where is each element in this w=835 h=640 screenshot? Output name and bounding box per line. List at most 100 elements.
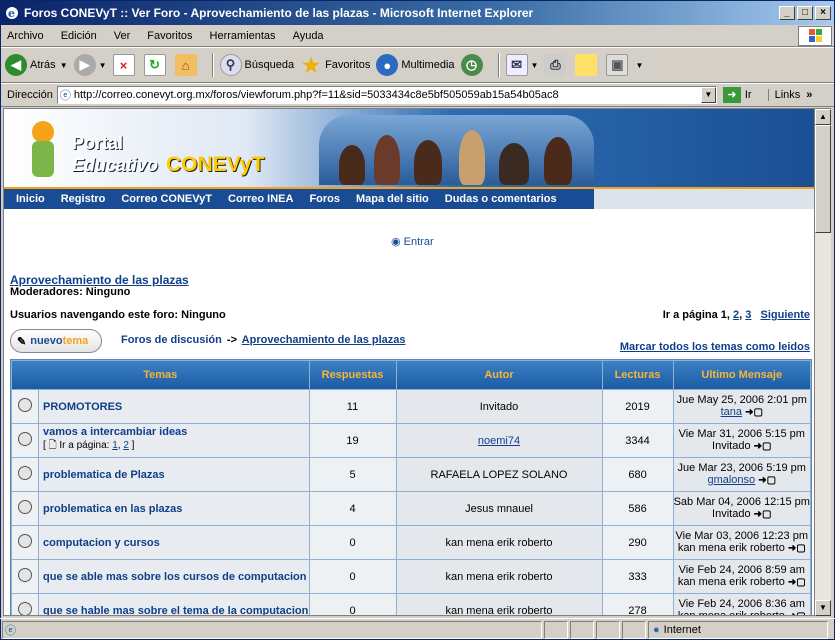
close-button[interactable]: × [815,6,831,20]
breadcrumb-current[interactable]: Aprovechamiento de las plazas [242,334,406,346]
topic-link[interactable]: PROMOTORES [43,401,122,413]
topic-link[interactable]: que se hable mas sobre el tema de la com… [43,605,308,616]
table-row: que se hable mas sobre el tema de la com… [12,594,810,616]
users-browsing: Usuarios navengando este foro: Ninguno [10,309,226,321]
address-input[interactable]: ⓔ http://correo.conevyt.org.mx/foros/vie… [56,86,717,104]
last-post-user[interactable]: tana [721,406,742,418]
author-cell: RAFAELA LOPEZ SOLANO [396,458,602,491]
author-cell: Jesus mnauel [396,492,602,525]
page-3-link[interactable]: 3 [745,309,751,321]
media-button[interactable]: ● Multimedia [376,54,455,76]
title-bar: e Foros CONEVyT :: Ver Foro - Aprovecham… [1,1,834,25]
print-button[interactable]: ⎙ [544,54,569,76]
messenger-button[interactable]: ▣ ▼ [606,54,643,76]
search-button[interactable]: ⚲ Búsqueda [219,54,294,76]
login-icon: ◉ [391,236,401,248]
menu-ayuda[interactable]: Ayuda [293,30,324,42]
topic-link[interactable]: problematica en las plazas [43,503,182,515]
author-cell: Invitado [396,390,602,423]
menu-edicion[interactable]: Edición [61,30,97,42]
minimize-button[interactable]: _ [779,6,795,20]
go-button[interactable]: ➜ Ir [722,87,752,103]
topic-cell: que se hable mas sobre el tema de la com… [39,594,309,616]
topic-link[interactable]: que se able mas sobre los cursos de comp… [43,571,306,583]
favorites-button[interactable]: ★ Favoritos [300,54,370,77]
topic-link[interactable]: problematica de Plazas [43,469,165,481]
svg-text:e: e [8,7,15,20]
author-cell: kan mena erik roberto [396,560,602,593]
nav-registro[interactable]: Registro [61,193,106,205]
nav-foros[interactable]: Foros [309,193,340,205]
menu-herramientas[interactable]: Herramientas [210,30,276,42]
nav-correo-conevyt[interactable]: Correo CONEVyT [121,193,212,205]
topic-page-2-link[interactable]: 2 [123,440,129,451]
address-dropdown-button[interactable]: ▼ [700,87,716,103]
table-row: computacion y cursos 0 kan mena erik rober… [12,526,810,559]
view-latest-post-icon[interactable]: ➜▢ [788,543,806,554]
windows-logo-icon [798,26,832,46]
back-button[interactable]: ◀ Atrás ▼ [5,54,68,76]
last-post-cell: Vie Mar 03, 2006 12:23 pm kan mena erik r… [673,526,810,559]
view-latest-post-icon[interactable]: ➜▢ [754,441,772,452]
menu-ver[interactable]: Ver [114,30,131,42]
view-latest-post-icon[interactable]: ➜▢ [788,577,806,588]
toolbar-separator-2 [497,53,500,77]
new-topic-button[interactable]: ✎ nuevo tema [10,329,102,353]
menu-archivo[interactable]: Archivo [7,30,44,42]
refresh-button[interactable]: ↻ [143,54,169,76]
page-2-link[interactable]: 2 [733,309,739,321]
table-row: que se able mas sobre los cursos de comp… [12,560,810,593]
scroll-down-icon[interactable]: ▼ [815,600,831,616]
topic-link[interactable]: vamos a intercambiar ideas [43,426,187,438]
topic-pages: [ 🗋 Ir a página: 1, 2 ] [43,440,135,451]
menu-favoritos[interactable]: Favoritos [147,30,192,42]
login-link[interactable]: ◉ Entrar [391,235,434,248]
scroll-thumb[interactable] [815,125,831,233]
nav-filler [594,189,814,209]
topic-cell: vamos a intercambiar ideas [ 🗋 Ir a págin… [39,424,309,457]
last-post-user: kan mena erik roberto [677,610,785,616]
topic-page-1-link[interactable]: 1 [112,440,118,451]
chevron-right-icon[interactable]: » [806,89,812,101]
view-latest-post-icon[interactable]: ➜▢ [758,475,776,486]
topic-cell: problematica en las plazas [39,492,309,525]
home-button[interactable]: ⌂ [174,54,200,76]
view-latest-post-icon[interactable]: ➜▢ [788,611,806,615]
breadcrumb-root[interactable]: Foros de discusión [121,334,222,346]
topic-link[interactable]: computacion y cursos [43,537,160,549]
last-post-user[interactable]: gmalonso [707,474,755,486]
forum-title[interactable]: Aprovechamiento de las plazas [10,273,189,287]
header-ultimo: Ultimo Mensaje [673,361,810,389]
scroll-up-icon[interactable]: ▲ [815,109,831,125]
toolbar-separator [211,53,214,77]
next-page-link[interactable]: Siguiente [760,309,810,321]
nav-correo-inea[interactable]: Correo INEA [228,193,293,205]
forward-button[interactable]: ▶ ▼ [73,54,107,76]
last-post-date: Vie Feb 24, 2006 8:59 am [678,564,805,576]
topic-status-icon [12,458,38,491]
maximize-button[interactable]: □ [797,6,813,20]
view-latest-post-icon[interactable]: ➜▢ [745,407,763,418]
history-button[interactable]: ◷ [460,54,486,76]
stop-button[interactable]: × [112,54,138,76]
address-label: Dirección [7,89,53,101]
last-post-date: Jue Mar 23, 2006 5:19 pm [677,462,806,474]
nav-inicio[interactable]: Inicio [16,193,45,205]
author-name[interactable]: noemi74 [478,435,520,447]
mark-all-read-link[interactable]: Marcar todos los temas como leidos [620,341,810,353]
header-autor: Autor [396,361,602,389]
reads-cell: 3344 [602,424,673,457]
media-globe-icon: ● [376,54,399,76]
last-post-date: Sab Mar 04, 2006 12:15 pm [673,496,810,508]
last-post-date: Vie Mar 31, 2006 5:15 pm [678,428,805,440]
author-name: kan mena erik roberto [445,604,553,616]
nav-dudas[interactable]: Dudas o comentarios [445,193,557,205]
nav-mapa[interactable]: Mapa del sitio [356,193,429,205]
vertical-scrollbar[interactable]: ▲ ▼ [815,108,831,616]
home-icon: ⌂ [174,54,197,76]
mail-button[interactable]: ✉ ▼ [505,54,538,76]
view-latest-post-icon[interactable]: ➜▢ [754,509,772,520]
edit-button[interactable] [575,54,600,76]
links-button[interactable]: Links [767,89,800,101]
toolbar: ◀ Atrás ▼ ▶ ▼ × ↻ ⌂ ⚲ Búsqueda ★ Favoritos ● M… [1,47,834,83]
